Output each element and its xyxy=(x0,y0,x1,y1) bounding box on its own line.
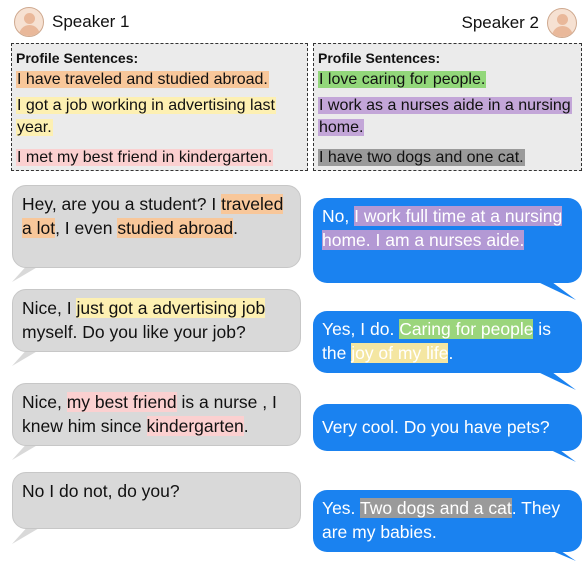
message-speaker-2: Yes. Two dogs and a cat. They are my bab… xyxy=(313,490,582,552)
message-speaker-2: Yes, I do. Caring for people is the joy … xyxy=(313,311,582,373)
message-speaker-2: Very cool. Do you have pets? xyxy=(313,404,582,451)
message-speaker-1: Nice, my best friend is a nurse , I knew… xyxy=(12,383,301,446)
message-speaker-1: Nice, I just got a advertising job mysel… xyxy=(12,289,301,352)
message-speaker-1: No I do not, do you? xyxy=(12,472,301,529)
message-speaker-1: Hey, are you a student? I traveled a lot… xyxy=(12,185,301,268)
message-speaker-2: No, I work full time at a nursing home. … xyxy=(313,198,582,283)
